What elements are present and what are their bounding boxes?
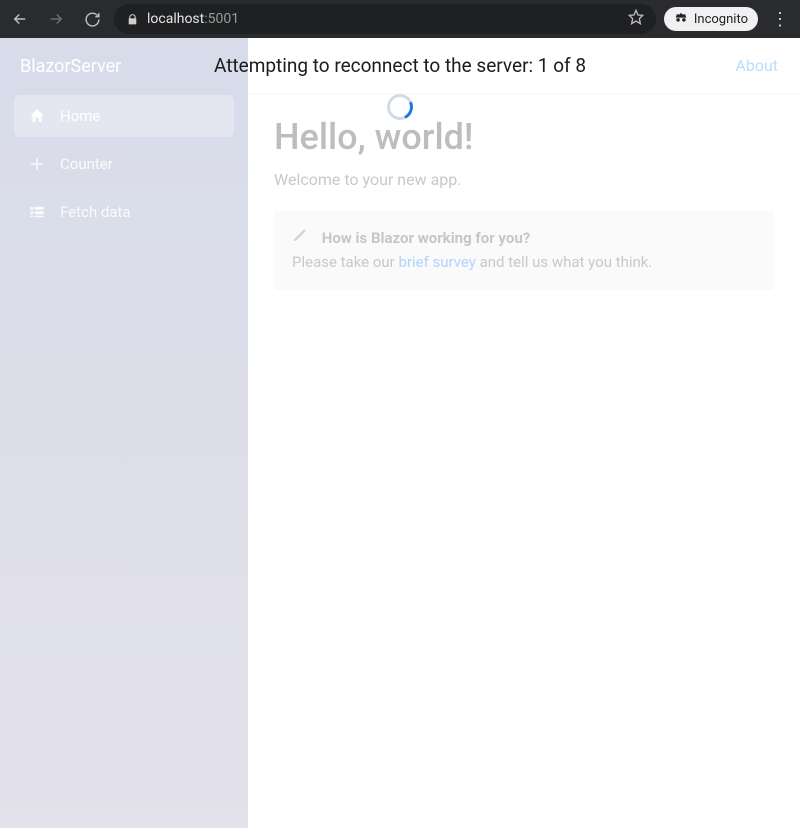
survey-callout: How is Blazor working for you? Please ta… (274, 211, 774, 290)
pencil-icon (292, 227, 310, 250)
url-text: localhost:5001 (147, 11, 239, 27)
content: Hello, world! Welcome to your new app. H… (248, 94, 800, 312)
callout-suffix: and tell us what you think. (476, 253, 652, 271)
top-row: About (248, 38, 800, 94)
star-icon[interactable] (628, 9, 644, 29)
sidebar-item-label: Fetch data (60, 203, 131, 221)
home-icon (28, 107, 46, 125)
reload-button[interactable] (78, 5, 106, 33)
browser-chrome: localhost:5001 Incognito ⋮ (0, 0, 800, 38)
incognito-icon (674, 10, 688, 28)
sidebar-item-home[interactable]: Home (14, 95, 234, 137)
brand: BlazorServer (0, 38, 248, 95)
sidebar: BlazorServer Home Counter (0, 38, 248, 828)
sidebar-item-counter[interactable]: Counter (14, 143, 234, 185)
incognito-label: Incognito (694, 12, 748, 27)
url-port: :5001 (204, 11, 239, 27)
sidebar-item-label: Home (60, 107, 100, 125)
chrome-menu-button[interactable]: ⋮ (766, 9, 794, 30)
lock-icon (126, 13, 139, 26)
callout-question: How is Blazor working for you? (322, 229, 530, 247)
back-button[interactable] (6, 5, 34, 33)
survey-link[interactable]: brief survey (398, 253, 475, 271)
welcome-text: Welcome to your new app. (274, 170, 774, 189)
callout-prefix: Please take our (292, 253, 398, 271)
list-icon (28, 203, 46, 221)
sidebar-item-label: Counter (60, 155, 113, 173)
plus-icon (28, 155, 46, 173)
page-title: Hello, world! (274, 116, 774, 158)
nav: Home Counter Fetch data (0, 95, 248, 233)
address-bar[interactable]: localhost:5001 (114, 4, 656, 34)
app: BlazorServer Home Counter (0, 38, 800, 828)
incognito-badge: Incognito (664, 7, 758, 31)
about-link[interactable]: About (735, 56, 778, 75)
main: About Hello, world! Welcome to your new … (248, 38, 800, 828)
sidebar-item-fetch-data[interactable]: Fetch data (14, 191, 234, 233)
forward-button[interactable] (42, 5, 70, 33)
url-host: localhost (147, 11, 204, 27)
